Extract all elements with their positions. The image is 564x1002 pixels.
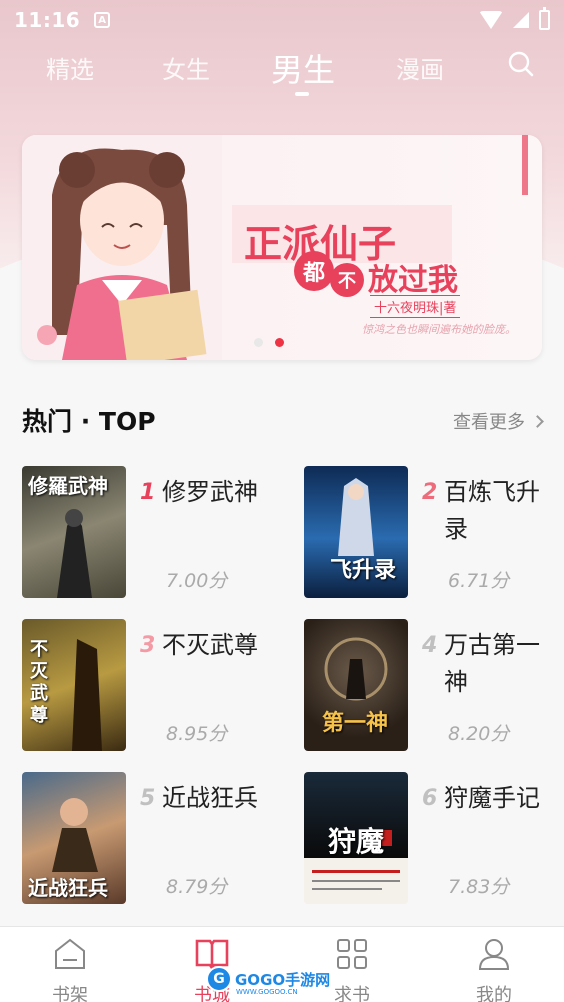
book-item[interactable]: 飞升录 2 百炼飞升录 6.71分 <box>304 466 564 601</box>
book-title[interactable]: 百炼飞升录 <box>444 474 544 548</box>
cover-title: 不灭武尊 <box>30 639 48 726</box>
tab-featured[interactable]: 精选 <box>46 50 94 85</box>
banner-author: 十六夜明珠|著 <box>370 295 461 318</box>
book-item[interactable]: 修羅武神 1 修罗武神 7.00分 <box>22 466 292 601</box>
book-score: 8.79分 <box>166 876 228 898</box>
rank-number: 2 <box>422 480 438 505</box>
rank-number: 3 <box>140 633 156 658</box>
watermark-text: GOGO手游网 <box>235 970 331 989</box>
book-cover[interactable]: 不灭武尊 <box>22 619 126 751</box>
tab-male[interactable]: 男生 <box>271 45 335 91</box>
book-item[interactable]: 狩魔 6 狩魔手记 7.83分 <box>304 772 564 907</box>
category-tabs: 精选 女生 男生 漫画 <box>0 40 564 100</box>
cover-art <box>57 509 92 598</box>
banner-subtitle: 放过我 <box>368 263 458 298</box>
book-item[interactable]: 近战狂兵 5 近战狂兵 8.79分 <box>22 772 292 907</box>
watermark-url: WWW.GOGOO.CN <box>236 988 298 996</box>
carousel-dots <box>254 338 284 347</box>
book-cover[interactable]: 修羅武神 <box>22 466 126 598</box>
search-icon[interactable] <box>508 51 534 77</box>
book-score: 8.20分 <box>448 723 510 745</box>
rank-number: 5 <box>140 786 156 811</box>
book-item[interactable]: 不灭武尊 3 不灭武尊 8.95分 <box>22 619 292 754</box>
book-cover[interactable]: 第一神 <box>304 619 408 751</box>
book-title[interactable]: 万古第一神 <box>444 627 544 701</box>
book-title[interactable]: 狩魔手记 <box>444 780 544 817</box>
rank-number: 4 <box>422 633 438 658</box>
carousel-dot[interactable] <box>254 338 263 347</box>
wifi-icon <box>479 11 503 29</box>
book-score: 8.95分 <box>166 723 228 745</box>
battery-icon <box>539 7 550 30</box>
banner-decoration <box>522 135 528 195</box>
book-score: 7.00分 <box>166 570 228 592</box>
banner-title-char-1: 都 <box>294 251 334 291</box>
nav-me[interactable]: 我的 <box>454 937 534 1002</box>
rank-number: 1 <box>140 480 156 505</box>
section-title: 热门 · TOP <box>22 407 156 436</box>
cover-title: 近战狂兵 <box>28 876 108 900</box>
book-cover[interactable]: 近战狂兵 <box>22 772 126 904</box>
see-more-label: 查看更多 <box>453 412 525 433</box>
notification-icon: A <box>94 12 111 28</box>
book-title[interactable]: 不灭武尊 <box>162 627 262 664</box>
book-cover[interactable]: 狩魔 <box>304 772 408 904</box>
cover-title: 第一神 <box>322 710 389 736</box>
grid-icon <box>337 939 367 969</box>
signal-icon <box>513 12 529 28</box>
cover-title: 飞升录 <box>330 557 397 583</box>
banner-illustration <box>22 135 222 360</box>
tab-indicator <box>295 92 309 96</box>
see-more-link[interactable]: 查看更多 <box>453 408 544 434</box>
book-title[interactable]: 近战狂兵 <box>162 780 262 817</box>
book-title[interactable]: 修罗武神 <box>162 474 262 511</box>
nav-bookshelf[interactable]: 书架 <box>30 937 110 1002</box>
cover-title: 狩魔 <box>328 825 385 858</box>
user-icon <box>478 939 510 970</box>
carousel-dot-active[interactable] <box>275 338 284 347</box>
chevron-right-icon <box>531 414 544 428</box>
nav-label: 书架 <box>52 985 88 1002</box>
book-score: 7.83分 <box>448 876 510 898</box>
nav-label: 我的 <box>476 985 512 1002</box>
status-time: 11:16 <box>14 8 81 32</box>
watermark-badge: G <box>206 966 232 992</box>
book-item[interactable]: 第一神 4 万古第一神 8.20分 <box>304 619 564 754</box>
banner-tagline: 惊鸿之色也瞬间遍布她的脸庞。 <box>362 323 516 336</box>
book-score: 6.71分 <box>448 570 510 592</box>
book-cover[interactable]: 飞升录 <box>304 466 408 598</box>
promo-banner[interactable]: 正派仙子 都 不 放过我 十六夜明珠|著 惊鸿之色也瞬间遍布她的脸庞。 <box>22 135 542 360</box>
tab-comics[interactable]: 漫画 <box>396 50 444 85</box>
banner-title-char-2: 不 <box>330 263 364 297</box>
tab-female[interactable]: 女生 <box>162 50 210 85</box>
bookshelf-icon <box>55 938 85 969</box>
rank-number: 6 <box>422 786 438 811</box>
status-bar: 11:16 A <box>0 0 564 40</box>
